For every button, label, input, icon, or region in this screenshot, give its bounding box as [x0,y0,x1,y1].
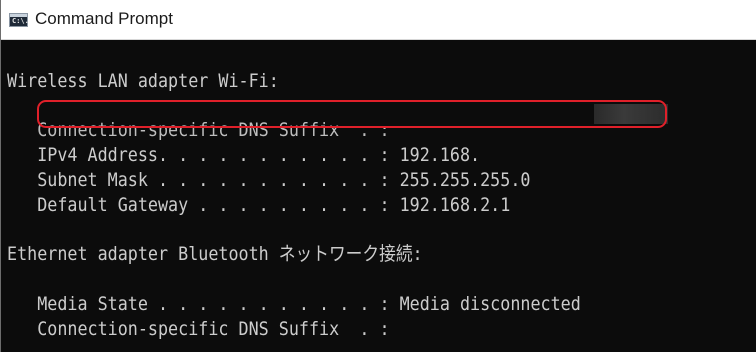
command-prompt-window: C:\. Command Prompt Wireless LAN adapter… [0,0,756,352]
ethernet-dns-suffix-line: Connection-specific DNS Suffix . : [7,318,390,340]
wifi-adapter-header: Wireless LAN adapter Wi-Fi: [7,70,279,92]
wifi-gateway-line: Default Gateway . . . . . . . . . : 192.… [7,194,511,216]
console-output[interactable]: Wireless LAN adapter Wi-Fi: Connection-s… [1,40,756,352]
wifi-subnet-line: Subnet Mask . . . . . . . . . . . : 255.… [7,169,531,191]
wifi-ipv4-line: IPv4 Address. . . . . . . . . . . : 192.… [7,144,481,166]
command-prompt-icon: C:\. [9,13,29,27]
ethernet-media-state-line: Media State . . . . . . . . . . . : Medi… [7,293,581,315]
ipv4-highlight-box [37,100,667,128]
window-title: Command Prompt [35,9,173,28]
title-bar[interactable]: C:\. Command Prompt [1,0,756,40]
ethernet-adapter-header: Ethernet adapter Bluetooth ネットワーク接続: [7,243,423,265]
